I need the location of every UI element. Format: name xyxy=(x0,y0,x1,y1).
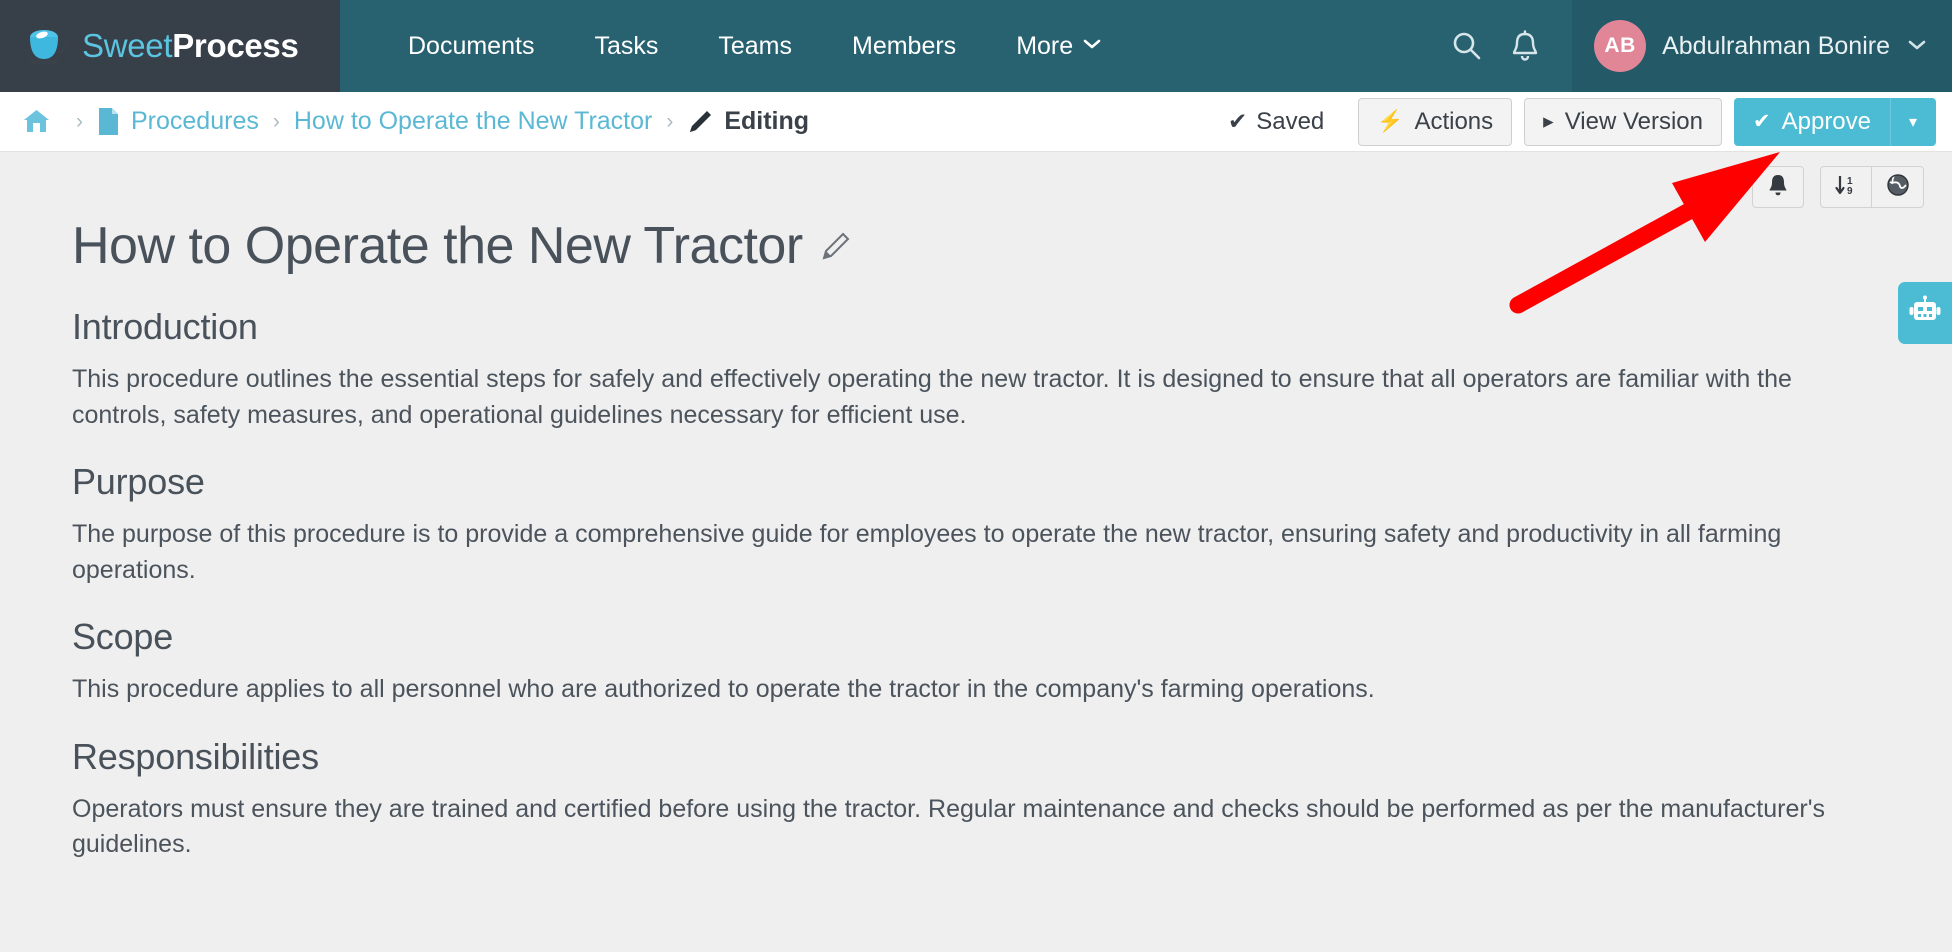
nav-icon-group xyxy=(1438,0,1572,92)
nav-item-tasks[interactable]: Tasks xyxy=(564,0,688,92)
breadcrumb-separator: › xyxy=(76,109,83,133)
check-icon: ✔ xyxy=(1227,108,1248,134)
actions-button[interactable]: ⚡ Actions xyxy=(1358,97,1513,146)
sort-numeric-icon: 1 9 xyxy=(1834,173,1858,202)
view-version-label: View Version xyxy=(1564,107,1703,135)
bell-icon-button[interactable] xyxy=(1752,166,1804,208)
notification-button-group xyxy=(1752,166,1804,208)
breadcrumb-label-document: How to Operate the New Tractor xyxy=(293,107,653,135)
chevron-down-icon xyxy=(1908,36,1926,56)
nav-label-tasks: Tasks xyxy=(594,31,659,60)
view-options-group: 1 9 xyxy=(1820,166,1924,208)
saved-status: ✔ Saved xyxy=(1228,108,1324,136)
nav-item-teams[interactable]: Teams xyxy=(688,0,822,92)
section-heading-purpose: Purpose xyxy=(72,461,205,502)
section-body-scope: This procedure applies to all personnel … xyxy=(72,675,1375,703)
top-navigation-bar: SweetProcess Documents Tasks Teams Membe… xyxy=(0,0,1952,92)
bell-icon[interactable] xyxy=(1496,0,1554,92)
coffee-cup-icon xyxy=(26,26,70,66)
globe-icon-button[interactable] xyxy=(1872,166,1924,208)
globe-icon xyxy=(1886,173,1910,202)
user-name-label: Abdulrahman Bonire xyxy=(1662,31,1890,60)
breadcrumb-label-editing: Editing xyxy=(724,107,810,135)
brand-name-light: Sweet xyxy=(82,27,173,64)
svg-text:9: 9 xyxy=(1847,186,1853,197)
nav-item-more[interactable]: More xyxy=(986,0,1131,92)
nav-label-members: Members xyxy=(852,31,957,60)
chevron-down-icon xyxy=(1083,37,1101,55)
secondary-toolbar: 1 9 xyxy=(0,152,1952,214)
section-body-introduction: This procedure outlines the essential st… xyxy=(72,365,1792,429)
breadcrumb-action-bar: › Procedures › How to Operate the New Tr… xyxy=(0,92,1952,152)
breadcrumb-label-procedures: Procedures xyxy=(131,107,259,135)
brand-name-bold: Process xyxy=(172,27,299,64)
sort-numeric-icon-button[interactable]: 1 9 xyxy=(1820,166,1872,208)
page-title: How to Operate the New Tractor xyxy=(72,216,1892,276)
approve-dropdown-toggle[interactable]: ▾ xyxy=(1890,97,1936,146)
page-title-text: How to Operate the New Tractor xyxy=(72,217,803,275)
section-heading-introduction: Introduction xyxy=(72,306,258,347)
avatar-initials: AB xyxy=(1604,34,1636,57)
home-icon xyxy=(22,108,51,135)
section-body-responsibilities: Operators must ensure they are trained a… xyxy=(72,794,1825,859)
nav-item-documents[interactable]: Documents xyxy=(378,0,564,92)
document-icon xyxy=(97,107,120,136)
section-scope: Scope This procedure applies to all pers… xyxy=(72,616,1892,708)
breadcrumb-item-document[interactable]: How to Operate the New Tractor xyxy=(294,107,652,136)
breadcrumb-separator: › xyxy=(666,109,674,133)
document-body: How to Operate the New Tractor Introduct… xyxy=(0,216,1952,863)
section-heading-scope: Scope xyxy=(72,616,174,657)
check-icon: ✔ xyxy=(1753,110,1771,133)
nav-label-more: More xyxy=(1016,31,1074,60)
breadcrumb-separator: › xyxy=(272,109,280,133)
pencil-icon[interactable] xyxy=(821,231,851,261)
chat-assistant-tab[interactable] xyxy=(1898,282,1952,344)
section-heading-responsibilities: Responsibilities xyxy=(72,735,319,777)
search-icon[interactable] xyxy=(1438,0,1496,92)
section-purpose: Purpose The purpose of this procedure is… xyxy=(72,461,1892,588)
brand-logo[interactable]: SweetProcess xyxy=(0,0,340,92)
section-introduction: Introduction This procedure outlines the… xyxy=(72,306,1892,433)
avatar: AB xyxy=(1594,20,1647,72)
approve-label: Approve xyxy=(1781,107,1871,135)
nav-label-documents: Documents xyxy=(408,31,535,60)
primary-nav-links: Documents Tasks Teams Members More xyxy=(340,0,1438,92)
saved-label: Saved xyxy=(1256,107,1325,135)
pencil-icon xyxy=(687,109,713,135)
breadcrumb-item-procedures[interactable]: Procedures xyxy=(97,107,259,136)
robot-icon xyxy=(1908,295,1942,332)
brand-name: SweetProcess xyxy=(82,27,299,65)
nav-label-teams: Teams xyxy=(718,31,792,60)
approve-button[interactable]: ✔ Approve xyxy=(1734,97,1890,146)
play-icon: ▸ xyxy=(1543,110,1554,133)
section-body-purpose: The purpose of this procedure is to prov… xyxy=(72,520,1782,584)
bell-icon xyxy=(1767,173,1789,202)
breadcrumb-home[interactable] xyxy=(22,108,62,135)
caret-down-icon: ▾ xyxy=(1908,113,1918,131)
document-action-buttons: ✔ Saved ⚡ Actions ▸ View Version ✔ Appro… xyxy=(1228,97,1936,146)
breadcrumb: › Procedures › How to Operate the New Tr… xyxy=(22,107,1228,136)
user-menu[interactable]: AB Abdulrahman Bonire xyxy=(1572,0,1952,92)
bolt-icon: ⚡ xyxy=(1377,109,1404,133)
nav-item-members[interactable]: Members xyxy=(822,0,986,92)
view-version-button[interactable]: ▸ View Version xyxy=(1524,97,1722,146)
breadcrumb-item-editing: Editing xyxy=(687,107,809,136)
actions-label: Actions xyxy=(1414,107,1494,135)
section-responsibilities: Responsibilities Operators must ensure t… xyxy=(72,736,1892,863)
